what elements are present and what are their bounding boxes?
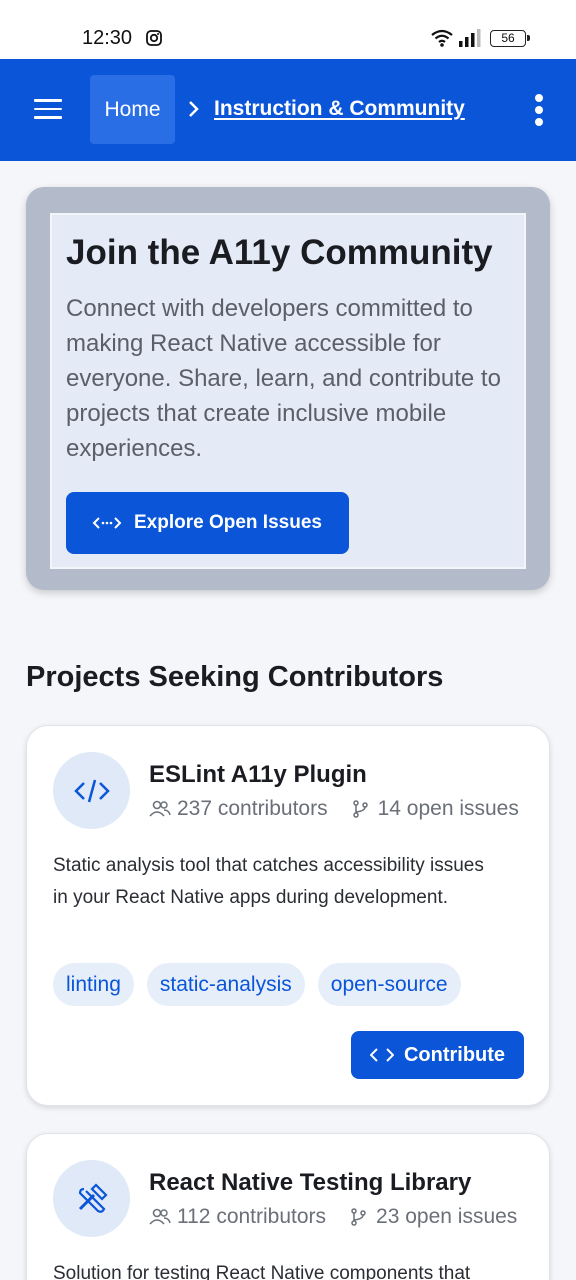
open-issues-count: 23 open issues xyxy=(376,1205,518,1228)
contribute-button-label: Contribute xyxy=(403,1043,506,1066)
project-meta: 112 contributors 23 open issues xyxy=(149,1205,517,1229)
app-bar: Home Instruction & Community xyxy=(0,59,576,161)
wifi-icon xyxy=(431,29,453,47)
users-icon xyxy=(149,1208,171,1225)
status-bar: 12:30 56 xyxy=(0,0,576,59)
explore-button-label: Explore Open Issues xyxy=(134,512,322,533)
project-meta: 237 contributors 14 open issues xyxy=(149,797,519,821)
more-options-icon[interactable] xyxy=(535,94,545,126)
breadcrumb-current[interactable]: Instruction & Community xyxy=(214,97,465,121)
contribute-button[interactable]: Contribute xyxy=(351,1031,524,1079)
open-issues-count: 14 open issues xyxy=(377,797,519,820)
project-description: Solution for testing React Native compon… xyxy=(53,1263,471,1280)
tag-list: linting static-analysis open-source xyxy=(53,963,474,1006)
signal-icon xyxy=(459,29,481,47)
section-title: Projects Seeking Contributors xyxy=(26,661,444,693)
tools-icon xyxy=(78,1182,108,1213)
menu-icon[interactable] xyxy=(34,99,62,119)
project-description: Static analysis tool that catches access… xyxy=(53,855,484,908)
chevron-right-icon xyxy=(189,101,199,117)
project-avatar xyxy=(53,752,130,829)
hero-title: Join the A11y Community xyxy=(66,233,493,272)
code-dots-icon xyxy=(92,517,122,529)
users-icon xyxy=(149,800,171,817)
branch-icon xyxy=(352,800,368,818)
tag-chip[interactable]: static-analysis xyxy=(146,963,305,1006)
contributors-count: 237 contributors xyxy=(177,797,328,820)
explore-open-issues-button[interactable]: Explore Open Issues xyxy=(66,492,349,554)
branch-icon xyxy=(351,1208,366,1226)
breadcrumb-home[interactable]: Home xyxy=(90,75,175,144)
hero-content: Join the A11y Community Connect with dev… xyxy=(50,213,526,569)
status-time: 12:30 xyxy=(82,27,133,49)
instagram-icon xyxy=(146,30,162,46)
code-icon xyxy=(369,1048,394,1062)
project-title: React Native Testing Library xyxy=(149,1169,472,1196)
project-card[interactable]: ESLint A11y Plugin 237 contributors 14 o… xyxy=(26,725,550,1106)
project-avatar xyxy=(53,1160,130,1237)
code-icon xyxy=(73,779,110,802)
hero-description: Connect with developers committed to mak… xyxy=(66,295,501,462)
project-title: ESLint A11y Plugin xyxy=(149,761,367,788)
battery-indicator: 56 xyxy=(490,30,530,47)
tag-chip[interactable]: open-source xyxy=(317,963,461,1006)
project-card[interactable]: React Native Testing Library 112 contrib… xyxy=(26,1133,550,1280)
tag-chip[interactable]: linting xyxy=(53,963,134,1006)
contributors-count: 112 contributors xyxy=(177,1205,327,1228)
community-hero-card: Join the A11y Community Connect with dev… xyxy=(26,187,550,590)
